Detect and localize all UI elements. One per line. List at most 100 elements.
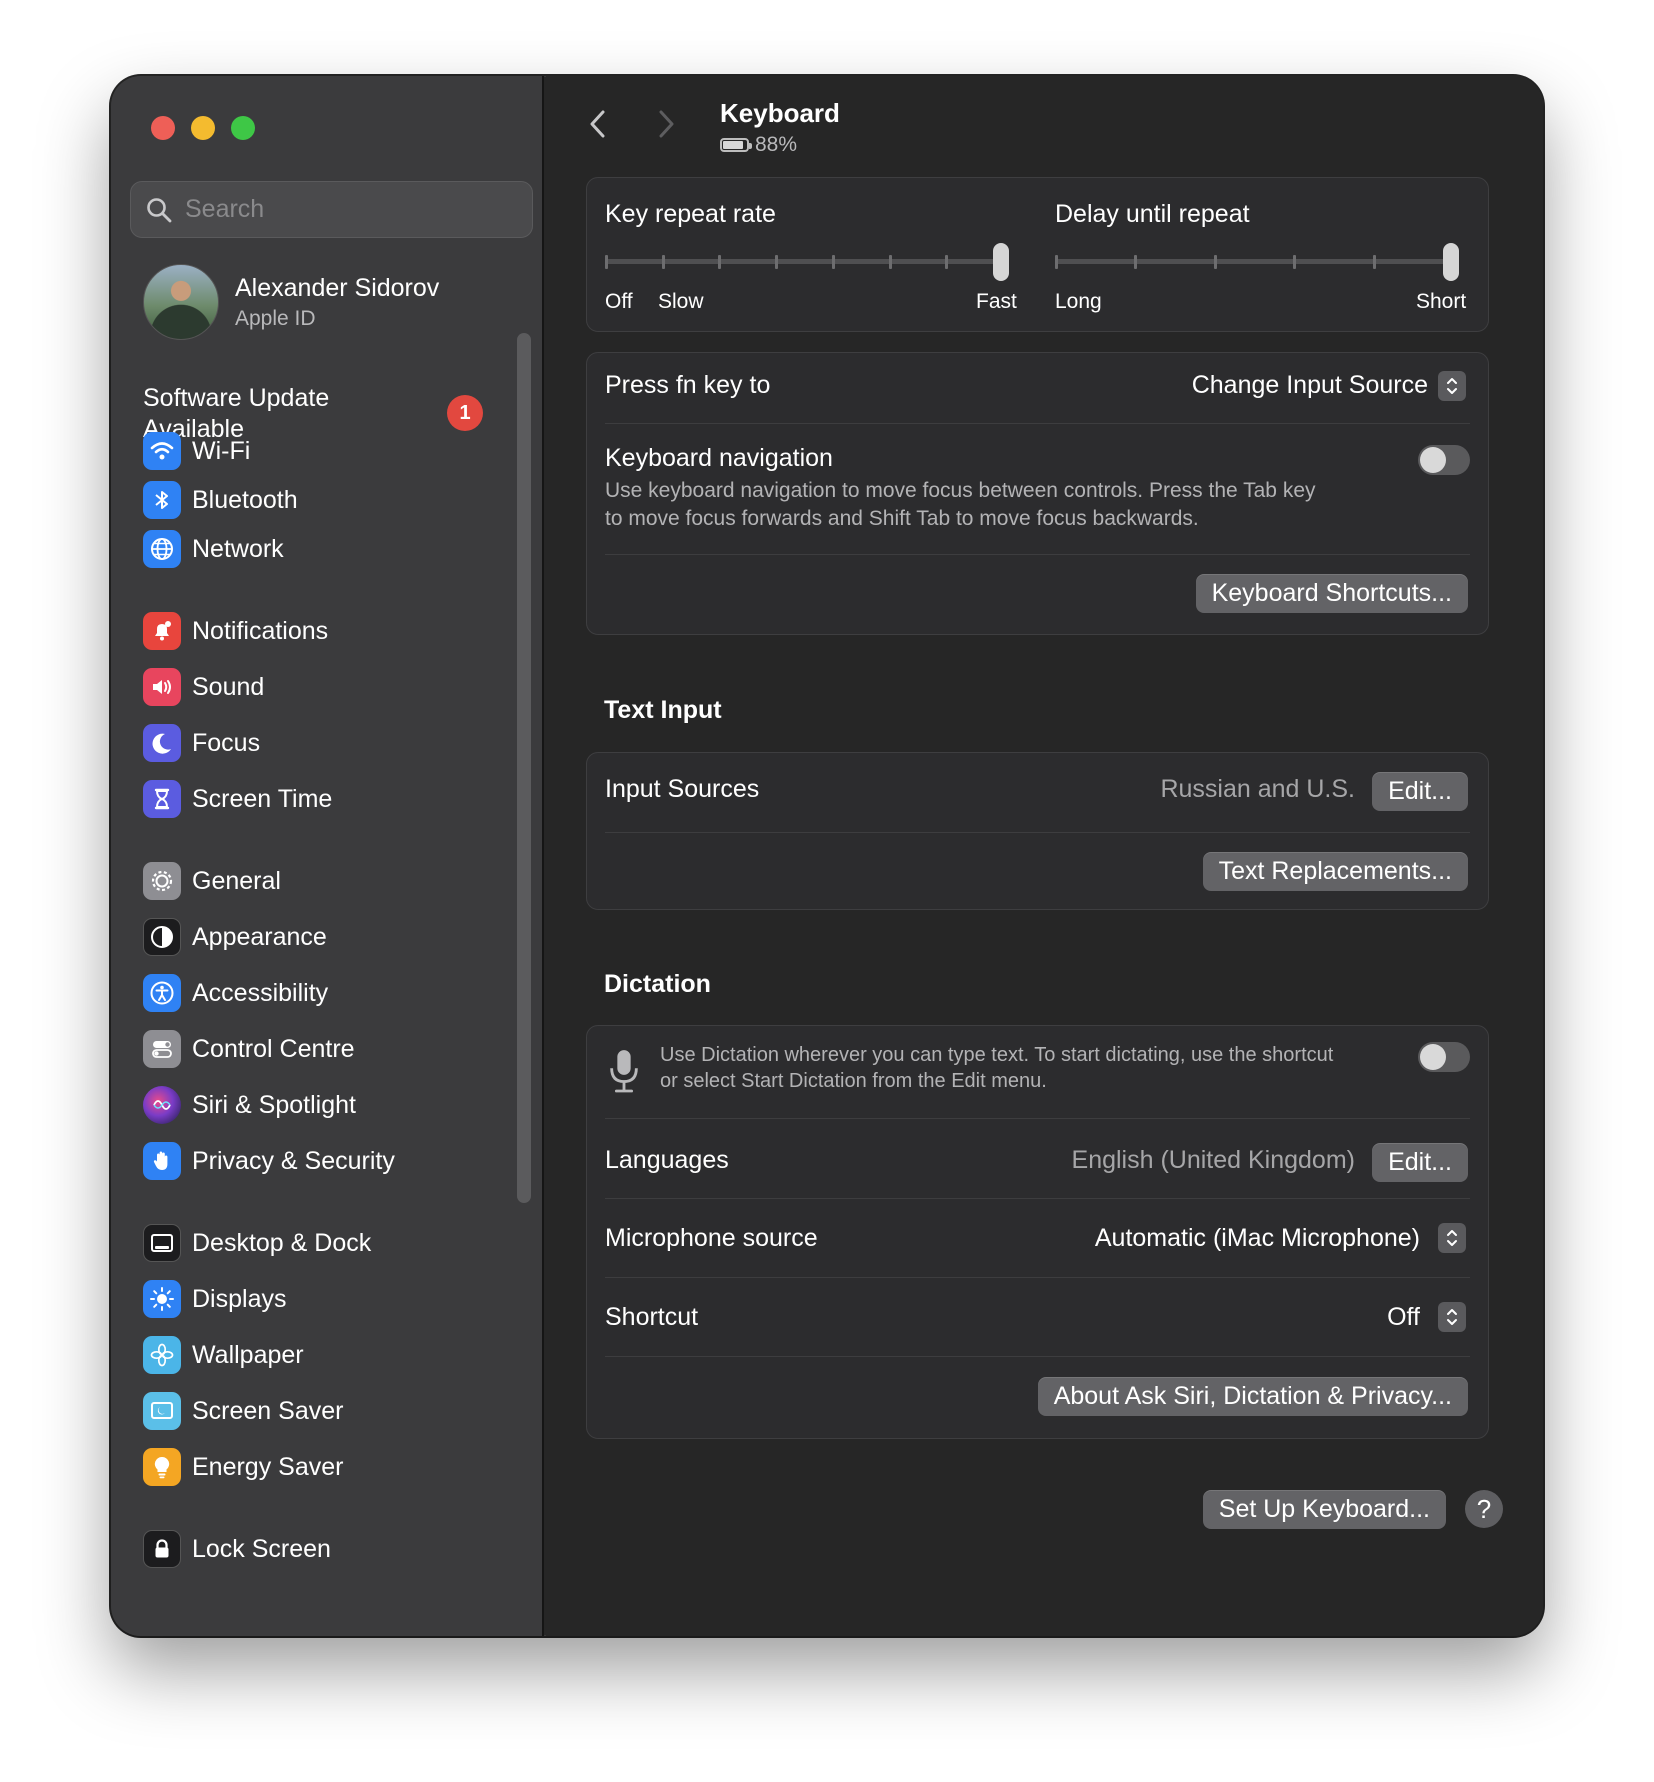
keyboard-navigation-toggle[interactable]	[1418, 445, 1470, 475]
battery-icon	[720, 138, 752, 152]
microphone-source-value[interactable]: Automatic (iMac Microphone)	[1095, 1224, 1420, 1253]
sidebar-item-sound[interactable]: Sound	[143, 664, 513, 710]
help-button[interactable]: ?	[1465, 1490, 1503, 1528]
sidebar-item-general[interactable]: General	[143, 858, 513, 904]
sidebar-scrollbar[interactable]	[517, 333, 531, 1203]
sidebar-item-label: Displays	[192, 1284, 287, 1313]
fn-key-popup-button[interactable]	[1438, 371, 1466, 401]
divider	[605, 832, 1470, 833]
keyboard-navigation-label: Keyboard navigation	[605, 444, 833, 472]
microphone-source-label: Microphone source	[605, 1224, 818, 1252]
dictation-card: Use Dictation wherever you can type text…	[586, 1025, 1489, 1439]
flower-icon	[143, 1336, 181, 1374]
sidebar-item-label: Lock Screen	[192, 1534, 331, 1563]
zoom-window-button[interactable]	[231, 116, 255, 140]
bluetooth-icon	[143, 481, 181, 519]
slider-tick	[661, 255, 665, 269]
search-field[interactable]	[130, 181, 533, 238]
sidebar-item-privacy-security[interactable]: Privacy & Security	[143, 1138, 513, 1184]
input-sources-value: Russian and U.S.	[1160, 775, 1355, 803]
text-replacements-button[interactable]: Text Replacements...	[1202, 852, 1468, 891]
hand-icon	[143, 1142, 181, 1180]
history-navigation	[581, 106, 683, 142]
sidebar-item-label: Sound	[192, 672, 265, 701]
settings-window: Alexander Sidorov Apple ID Software Upda…	[111, 76, 1543, 1636]
languages-value: English (United Kingdom)	[1071, 1146, 1355, 1174]
minimize-window-button[interactable]	[191, 116, 215, 140]
sidebar-item-label: Screen Time	[192, 784, 333, 813]
sidebar-item-energy-saver[interactable]: Energy Saver	[143, 1444, 513, 1490]
sidebar-item-label: Accessibility	[192, 978, 329, 1007]
sidebar-item-label: Focus	[192, 728, 261, 757]
gear-icon	[143, 862, 181, 900]
sidebar-item-wallpaper[interactable]: Wallpaper	[143, 1332, 513, 1378]
wifi-icon	[143, 432, 181, 470]
slider-tick	[1055, 255, 1058, 269]
divider	[605, 1118, 1470, 1119]
microphone-source-popup-button[interactable]	[1438, 1223, 1466, 1253]
about-siri-dictation-privacy-button[interactable]: About Ask Siri, Dictation & Privacy...	[1037, 1377, 1468, 1416]
sidebar-item-notifications[interactable]: Notifications	[143, 608, 513, 654]
window-controls	[151, 116, 255, 140]
dictation-section-title: Dictation	[604, 970, 711, 998]
up-down-chevron-icon	[1447, 378, 1457, 394]
sidebar-item-network[interactable]: Network	[143, 526, 513, 572]
input-sources-edit-button[interactable]: Edit...	[1372, 772, 1468, 811]
sidebar-item-label: Network	[192, 534, 284, 563]
search-icon	[147, 197, 172, 222]
sidebar-item-displays[interactable]: Displays	[143, 1276, 513, 1322]
sidebar-item-siri-spotlight[interactable]: Siri & Spotlight	[143, 1082, 513, 1128]
sidebar-item-wifi[interactable]: Wi-Fi	[143, 428, 513, 474]
slider-label-short: Short	[1416, 290, 1467, 313]
back-chevron-icon[interactable]	[581, 106, 617, 142]
sidebar-item-label: Bluetooth	[192, 485, 298, 514]
sidebar-item-screen-saver[interactable]: Screen Saver	[143, 1388, 513, 1434]
toggle-knob	[1420, 447, 1446, 473]
search-input[interactable]	[185, 195, 515, 224]
slider-tick	[831, 255, 835, 269]
up-down-chevron-icon	[1447, 1309, 1457, 1325]
shortcut-popup-button[interactable]	[1438, 1302, 1466, 1332]
slider-label-slow: Slow	[658, 290, 704, 313]
fn-key-value[interactable]: Change Input Source	[1192, 371, 1428, 400]
slider-tick	[945, 255, 949, 269]
slider-track	[1055, 259, 1455, 264]
slider-tick	[718, 255, 722, 269]
sidebar-item-accessibility[interactable]: Accessibility	[143, 970, 513, 1016]
shortcut-label: Shortcut	[605, 1303, 699, 1331]
dictation-toggle[interactable]	[1418, 1042, 1470, 1072]
apple-id-profile[interactable]: Alexander Sidorov Apple ID	[143, 264, 439, 340]
key-repeat-slider[interactable]	[605, 242, 1017, 282]
close-window-button[interactable]	[151, 116, 175, 140]
slider-thumb[interactable]	[1443, 243, 1459, 281]
sidebar-item-label: Notifications	[192, 616, 329, 645]
shortcut-value[interactable]: Off	[1387, 1303, 1420, 1332]
sidebar-item-label: Siri & Spotlight	[192, 1090, 356, 1119]
sidebar-item-control-centre[interactable]: Control Centre	[143, 1026, 513, 1072]
sidebar-item-appearance[interactable]: Appearance	[143, 914, 513, 960]
forward-chevron-icon[interactable]	[647, 106, 683, 142]
sidebar-item-screen-time[interactable]: Screen Time	[143, 776, 513, 822]
sidebar-item-label: Desktop & Dock	[192, 1228, 372, 1257]
sidebar: Alexander Sidorov Apple ID Software Upda…	[111, 76, 544, 1636]
key-repeat-label: Key repeat rate	[605, 200, 776, 228]
slider-tick	[1134, 255, 1138, 269]
delay-repeat-label: Delay until repeat	[1055, 200, 1250, 228]
keyboard-navigation-description: Use keyboard navigation to move focus be…	[605, 477, 1316, 533]
set-up-keyboard-button[interactable]: Set Up Keyboard...	[1202, 1490, 1446, 1529]
sidebar-item-desktop-dock[interactable]: Desktop & Dock	[143, 1220, 513, 1266]
hourglass-icon	[143, 780, 181, 818]
languages-edit-button[interactable]: Edit...	[1372, 1143, 1468, 1182]
keyboard-shortcuts-button[interactable]: Keyboard Shortcuts...	[1195, 574, 1468, 613]
slider-thumb[interactable]	[993, 243, 1009, 281]
slider-tick	[1213, 255, 1217, 269]
sidebar-item-focus[interactable]: Focus	[143, 720, 513, 766]
fn-key-label: Press fn key to	[605, 371, 771, 399]
sidebar-item-bluetooth[interactable]: Bluetooth	[143, 477, 513, 523]
sidebar-item-lock-screen[interactable]: Lock Screen	[143, 1526, 513, 1572]
profile-name: Alexander Sidorov	[235, 273, 440, 302]
divider	[605, 554, 1470, 555]
delay-until-repeat-slider[interactable]	[1055, 242, 1467, 282]
divider	[605, 1198, 1470, 1199]
slider-tick	[605, 255, 608, 269]
